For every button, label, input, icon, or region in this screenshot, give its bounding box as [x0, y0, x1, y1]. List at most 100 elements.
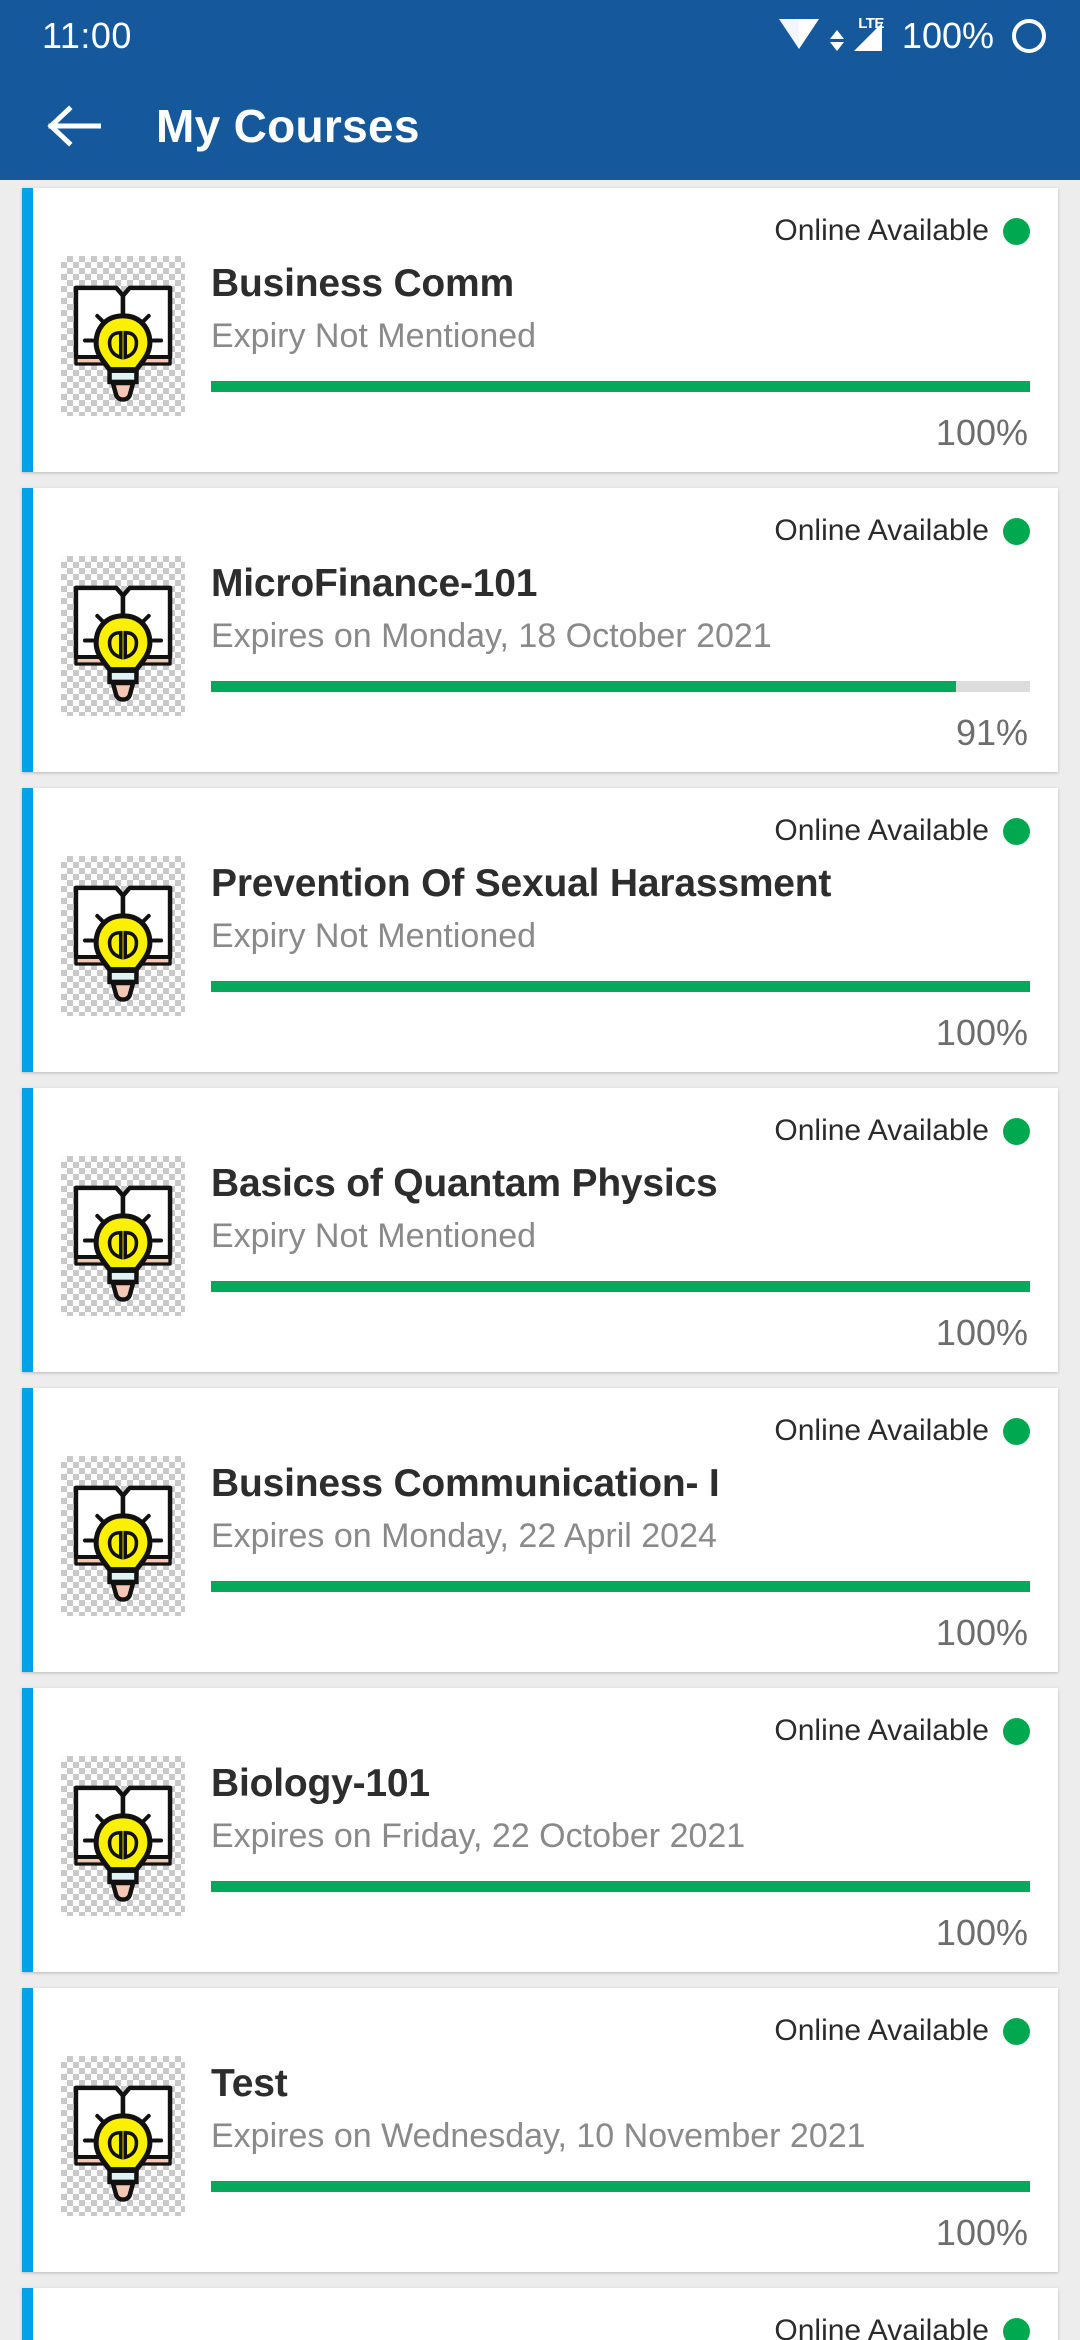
- availability-row: Online Available: [61, 1110, 1030, 1152]
- course-card[interactable]: Online Available Psychometric / Intellig…: [22, 2288, 1058, 2340]
- wifi-icon: [778, 15, 820, 58]
- course-title: MicroFinance-101: [211, 562, 538, 606]
- status-bar: 11:00 LTE 100%: [0, 0, 1080, 72]
- course-expiry: Expires on Friday, 22 October 2021: [211, 1816, 746, 1855]
- course-main-row: Biology-101 Expires on Friday, 22 October…: [61, 1756, 1030, 1954]
- availability-label: Online Available: [774, 1114, 989, 1148]
- course-title: Basics of Quantam Physics: [211, 1162, 718, 1206]
- availability-label: Online Available: [774, 514, 989, 548]
- status-bar-icons: LTE 100%: [778, 15, 1046, 58]
- course-progress-bar: [211, 1281, 1030, 1293]
- course-progress-bar: [211, 2181, 1030, 2193]
- course-progress-fill: [211, 1281, 1030, 1293]
- course-progress-fill: [211, 681, 957, 693]
- course-expiry: Expires on Monday, 18 October 2021: [211, 616, 772, 655]
- course-book-lightbulb-icon: [61, 256, 185, 416]
- status-dot-icon: [1003, 217, 1030, 245]
- course-progress-percent: 100%: [935, 1012, 1028, 1054]
- availability-row: Online Available: [61, 1710, 1030, 1752]
- course-card[interactable]: Online Available Business Communication-…: [22, 1388, 1058, 1673]
- availability-row: Online Available: [61, 2010, 1030, 2052]
- course-expiry: Expires on Monday, 22 April 2024: [211, 1516, 717, 1555]
- availability-label: Online Available: [774, 2014, 989, 2048]
- course-progress-fill: [211, 381, 1030, 393]
- course-card-body: Online Available Basics of Quantam Physi…: [33, 1088, 1058, 1372]
- app-bar: My Courses: [0, 72, 1080, 180]
- course-book-lightbulb-icon: [61, 2056, 185, 2217]
- card-accent-bar: [22, 488, 33, 773]
- course-main-row: Basics of Quantam Physics Expiry Not Ment…: [61, 1156, 1030, 1354]
- course-text-block: Business Communication- I Expires on Mond…: [211, 1456, 1030, 1654]
- course-list[interactable]: Online Available Business Comm Expiry Not…: [0, 180, 1080, 2340]
- back-arrow-icon[interactable]: [46, 98, 102, 154]
- course-card-body: Online Available Business Communication-…: [33, 1388, 1058, 1672]
- battery-icon: [1012, 19, 1046, 53]
- course-card-body: Online Available Business Comm Expiry Not…: [33, 188, 1058, 472]
- course-card[interactable]: Online Available Biology-101 Expires on F…: [22, 1688, 1058, 1973]
- card-accent-bar: [22, 2288, 33, 2340]
- card-accent-bar: [22, 788, 33, 1073]
- course-title: Test: [211, 2062, 288, 2106]
- course-book-lightbulb-icon: [61, 856, 185, 1017]
- course-card[interactable]: Online Available Test Expires on Wednesda…: [22, 1988, 1058, 2273]
- status-dot-icon: [1003, 1417, 1030, 1445]
- availability-label: Online Available: [774, 2314, 989, 2340]
- course-progress-percent: 100%: [935, 2212, 1028, 2254]
- status-dot-icon: [1003, 2017, 1030, 2045]
- course-card-body: Online Available Psychometric / Intellig…: [33, 2288, 1058, 2340]
- course-progress-percent: 91%: [955, 712, 1028, 754]
- status-bar-time: 11:00: [42, 15, 132, 56]
- course-progress-bar: [211, 1581, 1030, 1593]
- course-progress-bar: [211, 681, 1030, 693]
- battery-percent-label: 100%: [901, 15, 994, 56]
- course-expiry: Expires on Wednesday, 10 November 2021: [211, 2117, 866, 2156]
- course-progress-bar: [211, 981, 1030, 993]
- course-text-block: Test Expires on Wednesday, 10 November 20…: [211, 2056, 1030, 2254]
- availability-row: Online Available: [61, 2310, 1030, 2340]
- course-card[interactable]: Online Available MicroFinance-101 Expires…: [22, 488, 1058, 773]
- course-card[interactable]: Online Available Prevention Of Sexual Ha…: [22, 788, 1058, 1073]
- course-card[interactable]: Online Available Basics of Quantam Physi…: [22, 1088, 1058, 1373]
- course-progress-fill: [211, 1881, 1030, 1893]
- status-dot-icon: [1003, 1117, 1030, 1145]
- course-main-row: Prevention Of Sexual Harassment Expiry No…: [61, 856, 1030, 1054]
- availability-label: Online Available: [774, 1714, 989, 1748]
- course-main-row: Business Comm Expiry Not Mentioned 100%: [61, 256, 1030, 454]
- course-progress-percent: 100%: [935, 1312, 1028, 1354]
- course-progress-percent: 100%: [935, 1912, 1028, 1954]
- course-progress-fill: [211, 1581, 1030, 1593]
- availability-row: Online Available: [61, 210, 1030, 252]
- availability-label: Online Available: [774, 214, 989, 247]
- course-progress-bar: [211, 381, 1030, 393]
- course-card-body: Online Available MicroFinance-101 Expires…: [33, 488, 1058, 772]
- page-title: My Courses: [156, 100, 420, 152]
- card-accent-bar: [22, 188, 33, 473]
- lte-signal-icon: LTE: [829, 15, 886, 55]
- course-title: Biology-101: [211, 1762, 430, 1806]
- availability-row: Online Available: [61, 1410, 1030, 1452]
- course-text-block: Business Comm Expiry Not Mentioned 100%: [211, 256, 1030, 454]
- status-dot-icon: [1003, 1717, 1030, 1745]
- card-accent-bar: [22, 1688, 33, 1973]
- course-title: Business Comm: [211, 262, 514, 305]
- course-card-body: Online Available Biology-101 Expires on F…: [33, 1688, 1058, 1972]
- course-main-row: MicroFinance-101 Expires on Monday, 18 Oc…: [61, 556, 1030, 754]
- course-card-body: Online Available Test Expires on Wednesda…: [33, 1988, 1058, 2272]
- course-book-lightbulb-icon: [61, 1456, 185, 1617]
- course-text-block: Basics of Quantam Physics Expiry Not Ment…: [211, 1156, 1030, 1354]
- course-progress-bar: [211, 1881, 1030, 1893]
- course-text-block: Prevention Of Sexual Harassment Expiry No…: [211, 856, 1030, 1054]
- course-book-lightbulb-icon: [61, 1156, 185, 1317]
- course-card[interactable]: Online Available Business Comm Expiry Not…: [22, 188, 1058, 473]
- availability-row: Online Available: [61, 810, 1030, 852]
- course-text-block: Biology-101 Expires on Friday, 22 October…: [211, 1756, 1030, 1954]
- course-expiry: Expiry Not Mentioned: [211, 316, 537, 355]
- course-expiry: Expiry Not Mentioned: [211, 916, 537, 955]
- card-accent-bar: [22, 1388, 33, 1673]
- course-book-lightbulb-icon: [61, 1756, 185, 1917]
- course-main-row: Business Communication- I Expires on Mond…: [61, 1456, 1030, 1654]
- availability-label: Online Available: [774, 814, 989, 848]
- availability-row: Online Available: [61, 510, 1030, 552]
- status-dot-icon: [1003, 2317, 1030, 2340]
- course-progress-percent: 100%: [935, 412, 1028, 454]
